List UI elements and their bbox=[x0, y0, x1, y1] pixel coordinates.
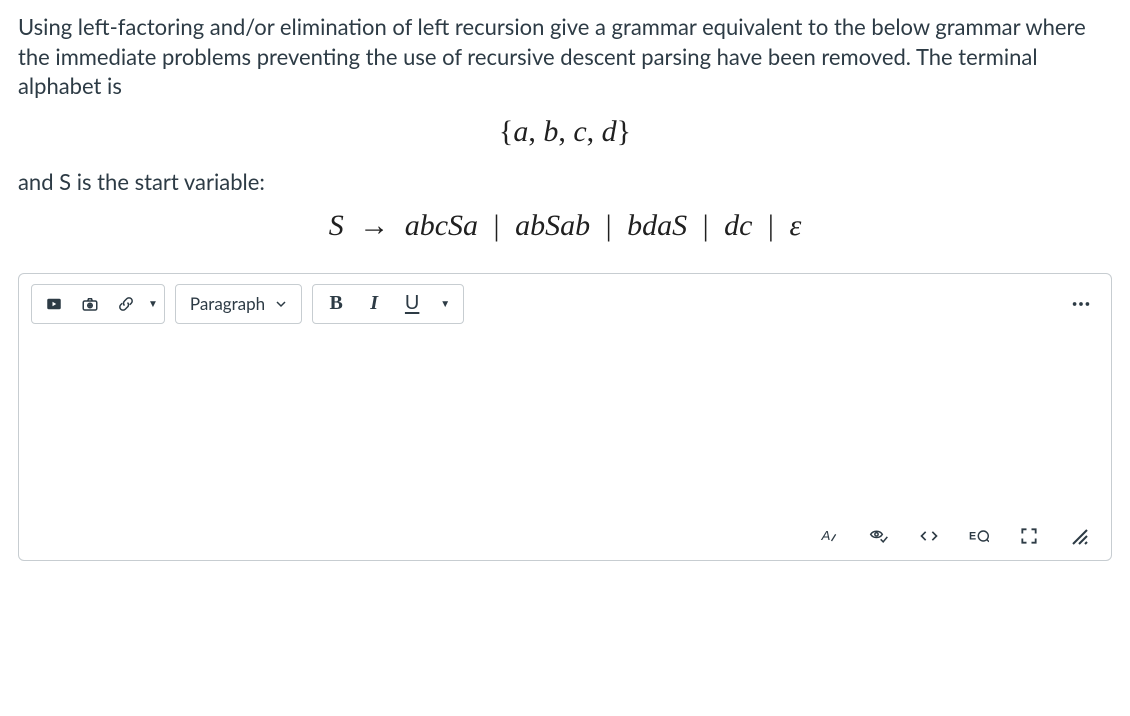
accessibility-checker-button[interactable]: A bbox=[815, 522, 843, 550]
svg-text:A: A bbox=[821, 528, 831, 543]
more-tools-button[interactable] bbox=[1063, 286, 1099, 322]
format-dropdown-caret[interactable]: ▼ bbox=[431, 298, 459, 310]
dots-icon bbox=[1070, 293, 1092, 315]
editor-statusbar: A E bbox=[19, 514, 1111, 560]
html-view-button[interactable] bbox=[915, 522, 943, 550]
eye-check-icon bbox=[869, 526, 889, 546]
fullscreen-button[interactable] bbox=[1015, 522, 1043, 550]
equation-icon: E bbox=[969, 526, 989, 546]
italic-button[interactable]: I bbox=[355, 288, 393, 320]
terminal-alphabet: {a, b, c, d} bbox=[18, 115, 1112, 149]
resize-icon bbox=[1069, 526, 1089, 546]
bold-button[interactable]: B bbox=[317, 288, 355, 320]
block-format-dropdown[interactable]: Paragraph bbox=[175, 284, 302, 324]
editor-content-area[interactable] bbox=[19, 334, 1111, 514]
fullscreen-icon bbox=[1019, 526, 1039, 546]
question-intro-2: and S is the start variable: bbox=[18, 167, 1112, 197]
resize-handle[interactable] bbox=[1065, 522, 1093, 550]
a11y-icon: A bbox=[819, 526, 839, 546]
block-format-label: Paragraph bbox=[190, 293, 265, 314]
play-box-icon bbox=[45, 295, 63, 313]
editor-toolbar: ▼ Paragraph B I U ▼ bbox=[19, 274, 1111, 334]
underline-button[interactable]: U bbox=[393, 288, 431, 320]
camera-button[interactable] bbox=[74, 288, 106, 320]
code-icon bbox=[919, 526, 939, 546]
media-group: ▼ bbox=[31, 284, 165, 324]
link-button[interactable] bbox=[110, 288, 142, 320]
record-media-button[interactable] bbox=[38, 288, 70, 320]
chevron-down-icon bbox=[275, 298, 287, 310]
grammar-rule: S → abcSa | abSab | bdaS | dc | ε bbox=[18, 209, 1112, 243]
media-dropdown-caret[interactable]: ▼ bbox=[148, 298, 158, 310]
rich-text-editor: ▼ Paragraph B I U ▼ A bbox=[18, 273, 1112, 561]
link-icon bbox=[117, 295, 135, 313]
camera-icon bbox=[81, 295, 99, 313]
text-format-group: B I U ▼ bbox=[312, 284, 464, 324]
word-count-button[interactable] bbox=[865, 522, 893, 550]
equation-button[interactable]: E bbox=[965, 522, 993, 550]
question-intro: Using left-factoring and/or elimination … bbox=[18, 12, 1112, 101]
svg-text:E: E bbox=[969, 530, 976, 542]
